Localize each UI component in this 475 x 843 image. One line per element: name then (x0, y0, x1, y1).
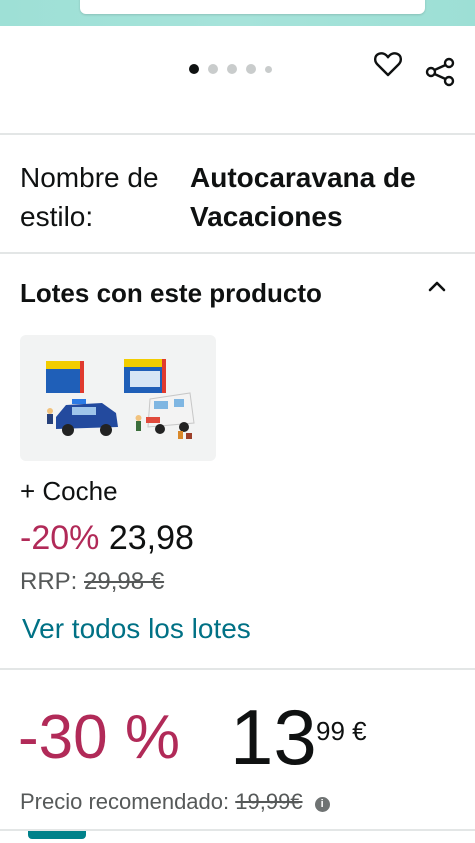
share-icon[interactable] (424, 56, 456, 88)
divider (0, 668, 475, 670)
see-all-bundles-link[interactable]: Ver todos los lotes (22, 613, 251, 645)
heart-icon[interactable] (373, 50, 403, 78)
carousel-dot[interactable] (265, 65, 272, 73)
bundles-section-title: Lotes con este producto (20, 278, 322, 308)
price-fraction: 99 € (316, 716, 367, 746)
bundle-rrp: RRP: 29,98 € (20, 568, 164, 596)
price-discount: -30 % (18, 703, 180, 772)
carousel-dot[interactable] (227, 64, 237, 74)
style-name-label: Nombre de estilo: (20, 162, 159, 232)
info-icon[interactable]: i (314, 797, 330, 812)
price-whole: 13 (230, 693, 317, 781)
chevron-up-icon[interactable] (424, 276, 450, 296)
bundle-price-value: 23,98 (108, 519, 194, 557)
rrp-label: RRP: (20, 568, 78, 595)
rrp-value: 29,98 € (84, 568, 165, 595)
carousel-dot[interactable] (189, 64, 199, 74)
search-box[interactable] (80, 0, 425, 14)
carousel-dot[interactable] (208, 64, 218, 74)
divider (0, 252, 475, 254)
style-name-value: Autocaravana de Vacaciones (190, 162, 416, 232)
bundle-product-image[interactable] (20, 335, 216, 461)
recommended-price: Precio recomendado: 19,99€ i (20, 789, 330, 815)
recommended-price-value: 19,99€ (235, 789, 303, 814)
header-bar (0, 0, 475, 26)
divider (0, 133, 475, 135)
recommended-price-label: Precio recomendado: (20, 789, 230, 814)
bundle-price: -20% 23,98 (20, 519, 194, 558)
bundle-discount: -20% (20, 519, 100, 557)
image-carousel-indicator (189, 64, 272, 74)
bundle-item-name: + Coche (20, 476, 118, 506)
carousel-dot[interactable] (246, 64, 256, 74)
bottom-tab-indicator (28, 831, 86, 839)
